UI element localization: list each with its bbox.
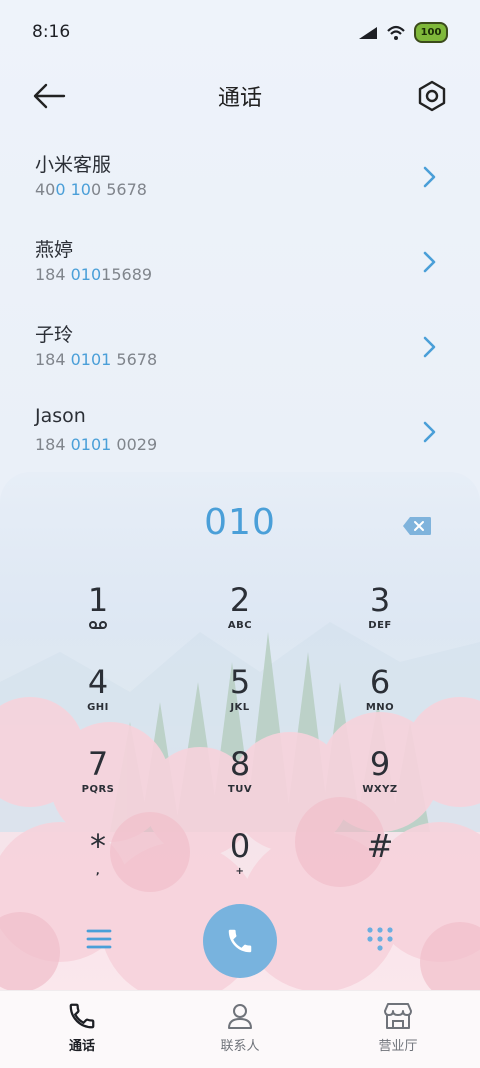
call-list-item[interactable]: 燕婷 184 01015689 [0, 225, 480, 310]
nav-label: 联系人 [220, 1039, 260, 1054]
key-digit: 9 [369, 745, 391, 783]
contact-number: 184 0101 0029 [35, 435, 158, 454]
key-digit: 6 [369, 663, 391, 701]
wifi-icon [387, 25, 405, 40]
key-letters: + [235, 866, 245, 877]
key-4[interactable]: 4 GHI [48, 664, 148, 734]
contact-name: 子玲 [35, 324, 74, 346]
key-letters: GHI [87, 702, 109, 713]
status-icons: 100 [358, 22, 448, 43]
key-digit: 2 [229, 581, 251, 619]
key-letters: ABC [227, 620, 253, 631]
key-letters: JKL [230, 702, 250, 713]
dialer-panel: 010 1 2 ABC 3 DEF 4 GHI 5 JKL 6 MNO 7 PQ… [0, 472, 480, 992]
key-6[interactable]: 6 MNO [330, 664, 430, 734]
voicemail-icon [89, 621, 107, 629]
key-letters: DEF [368, 620, 392, 631]
status-bar: 8:16 100 [0, 0, 480, 68]
key-digit: 3 [369, 581, 391, 619]
key-1[interactable]: 1 [48, 582, 148, 652]
chevron-right-icon[interactable] [418, 164, 440, 190]
nav-tab-calls[interactable]: 通话 [37, 1001, 127, 1054]
key-letters: TUV [227, 784, 253, 795]
call-list-item[interactable]: Jason 184 0101 0029 [0, 395, 480, 480]
phone-icon [228, 929, 252, 953]
key-letters: PQRS [81, 784, 115, 795]
key-star[interactable]: * , [48, 828, 148, 898]
phone-icon [69, 1003, 95, 1029]
cellular-signal-icon [359, 26, 377, 39]
nav-tab-store[interactable]: 营业厅 [353, 1001, 443, 1054]
call-list-item[interactable]: 子玲 184 0101 5678 [0, 310, 480, 395]
chevron-right-icon[interactable] [418, 249, 440, 275]
contact-name: 小米客服 [35, 154, 112, 176]
contact-number: 184 0101 5678 [35, 350, 158, 369]
chevron-right-icon[interactable] [418, 419, 440, 445]
key-5[interactable]: 5 JKL [190, 664, 290, 734]
key-9[interactable]: 9 WXYZ [330, 746, 430, 816]
key-3[interactable]: 3 DEF [330, 582, 430, 652]
contact-number: 184 01015689 [35, 265, 153, 284]
dialer-actions [0, 904, 480, 984]
key-digit: 7 [87, 745, 109, 783]
call-button[interactable] [203, 904, 277, 978]
nav-tab-contacts[interactable]: 联系人 [195, 1001, 285, 1054]
call-list-item[interactable]: 小米客服 400 100 5678 [0, 140, 480, 225]
key-2[interactable]: 2 ABC [190, 582, 290, 652]
key-0[interactable]: 0 + [190, 828, 290, 898]
key-digit: 4 [87, 663, 109, 701]
nav-label: 营业厅 [378, 1039, 418, 1054]
backspace-icon[interactable] [402, 516, 432, 536]
key-digit: 1 [87, 581, 109, 619]
contact-number: 400 100 5678 [35, 180, 147, 199]
key-digit: 5 [229, 663, 251, 701]
status-time: 8:16 [32, 22, 71, 42]
header: 通话 [0, 68, 480, 124]
key-digit: 0 [229, 827, 251, 865]
chevron-right-icon[interactable] [418, 334, 440, 360]
contact-name: Jason [35, 405, 86, 427]
battery-level: 100 [420, 27, 442, 38]
key-hash[interactable]: # [330, 828, 430, 898]
key-letters: , [95, 866, 101, 877]
store-icon [384, 1003, 412, 1029]
contact-name: 燕婷 [35, 239, 74, 261]
menu-icon[interactable] [86, 928, 112, 950]
key-letters: WXYZ [362, 784, 398, 795]
key-8[interactable]: 8 TUV [190, 746, 290, 816]
key-digit: * [90, 827, 106, 865]
key-digit: # [366, 827, 394, 865]
key-7[interactable]: 7 PQRS [48, 746, 148, 816]
key-digit: 8 [229, 745, 251, 783]
bottom-nav: 通话 联系人 营业厅 [0, 990, 480, 1068]
call-list: 小米客服 400 100 5678 燕婷 184 01015689 子玲 184… [0, 140, 480, 480]
dialpad-toggle-icon[interactable] [366, 926, 394, 954]
person-icon [228, 1004, 252, 1029]
nav-label: 通话 [68, 1039, 95, 1054]
page-title: 通话 [217, 86, 262, 111]
settings-icon[interactable] [414, 78, 450, 114]
battery-icon: 100 [414, 22, 448, 43]
key-letters: MNO [365, 702, 395, 713]
